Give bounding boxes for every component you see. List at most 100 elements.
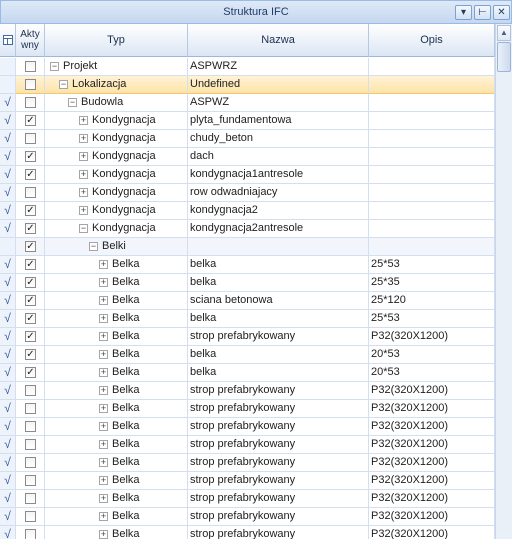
column-header-nazwa[interactable]: Nazwa [188,24,369,57]
aktywny-checkbox[interactable] [25,187,36,198]
aktywny-checkbox[interactable]: ✓ [25,367,36,378]
aktywny-checkbox[interactable]: ✓ [25,205,36,216]
aktywny-checkbox[interactable]: ✓ [25,151,36,162]
expand-icon[interactable]: + [99,314,108,323]
row-indicator: √ [0,400,16,418]
close-icon[interactable]: ✕ [493,5,510,20]
expand-icon[interactable]: + [79,152,88,161]
aktywny-checkbox[interactable] [25,493,36,504]
aktywny-checkbox[interactable] [25,529,36,539]
aktywny-checkbox[interactable]: ✓ [25,169,36,180]
aktywny-checkbox[interactable] [25,421,36,432]
tree-row[interactable]: − Projekt ASPWRZ [0,58,495,76]
collapse-icon[interactable]: − [79,224,88,233]
tree-row[interactable]: √ ✓ + Kondygnacja kondygnacja1antresole [0,166,495,184]
tree-row[interactable]: √ ✓ + Belka belka 25*53 [0,256,495,274]
aktywny-checkbox[interactable]: ✓ [25,277,36,288]
tree-row[interactable]: √ ✓ + Belka belka 25*53 [0,310,495,328]
expand-icon[interactable]: + [79,170,88,179]
tree-row[interactable]: √ + Belka strop prefabrykowany P32(320X1200) [0,526,495,539]
pin-icon[interactable]: ⊢ [474,5,491,20]
aktywny-checkbox[interactable] [25,403,36,414]
aktywny-checkbox[interactable]: ✓ [25,259,36,270]
column-header-aktywny[interactable]: Akty wny [16,24,45,57]
tree-row[interactable]: − Lokalizacja Undefined [0,76,495,94]
expand-icon[interactable]: + [79,188,88,197]
expand-icon[interactable]: + [99,458,108,467]
aktywny-checkbox[interactable] [25,385,36,396]
aktywny-checkbox[interactable] [25,61,36,72]
tree-row[interactable]: √ + Belka strop prefabrykowany P32(320X1200) [0,490,495,508]
nazwa-cell: sciana betonowa [188,292,369,310]
expand-icon[interactable]: + [99,404,108,413]
expand-icon[interactable]: + [79,116,88,125]
tree-row[interactable]: √ + Belka strop prefabrykowany P32(320X1200) [0,508,495,526]
tree-row[interactable]: √ + Belka strop prefabrykowany P32(320X1200) [0,472,495,490]
tree-row[interactable]: √ + Kondygnacja chudy_beton [0,130,495,148]
aktywny-checkbox[interactable] [25,457,36,468]
typ-label: Belka [112,294,140,306]
tree-row[interactable]: √ − Budowla ASPWZ [0,94,495,112]
tree-row[interactable]: √ + Belka strop prefabrykowany P32(320X1200) [0,436,495,454]
aktywny-checkbox[interactable]: ✓ [25,115,36,126]
expand-icon[interactable]: + [99,296,108,305]
tree-row[interactable]: √ + Belka strop prefabrykowany P32(320X1200) [0,382,495,400]
aktywny-checkbox[interactable] [25,97,36,108]
expand-icon[interactable]: + [99,332,108,341]
aktywny-checkbox[interactable]: ✓ [25,349,36,360]
expand-icon[interactable]: + [99,278,108,287]
typ-label: Belka [112,276,140,288]
aktywny-checkbox[interactable]: ✓ [25,313,36,324]
aktywny-checkbox[interactable]: ✓ [25,331,36,342]
expand-icon[interactable]: + [79,134,88,143]
tree-row[interactable]: √ ✓ + Kondygnacja kondygnacja2 [0,202,495,220]
tree-row[interactable]: √ ✓ + Belka sciana betonowa 25*120 [0,292,495,310]
aktywny-checkbox[interactable]: ✓ [25,295,36,306]
tree-row[interactable]: ✓ − Belki [0,238,495,256]
expand-icon[interactable]: + [99,422,108,431]
tree-row[interactable]: √ + Belka strop prefabrykowany P32(320X1200) [0,418,495,436]
scroll-thumb[interactable] [497,42,511,72]
tree-row[interactable]: √ + Belka strop prefabrykowany P32(320X1200) [0,454,495,472]
tree-row[interactable]: √ ✓ + Kondygnacja dach [0,148,495,166]
expand-icon[interactable]: + [99,386,108,395]
expand-icon[interactable]: + [99,530,108,539]
tree-row[interactable]: √ + Belka strop prefabrykowany P32(320X1200) [0,400,495,418]
column-header-typ[interactable]: Typ [45,24,188,57]
scroll-up-icon[interactable]: ▲ [497,25,511,41]
expand-icon[interactable]: + [99,260,108,269]
aktywny-checkbox[interactable] [25,133,36,144]
tree-row[interactable]: √ ✓ + Kondygnacja plyta_fundamentowa [0,112,495,130]
aktywny-checkbox[interactable]: ✓ [25,223,36,234]
collapse-icon[interactable]: − [50,62,59,71]
expand-icon[interactable]: + [99,476,108,485]
typ-label: Belka [112,366,140,378]
column-header-opis[interactable]: Opis [369,24,495,57]
expand-icon[interactable]: + [79,206,88,215]
typ-cell: + Kondygnacja [45,112,188,130]
aktywny-checkbox[interactable] [25,511,36,522]
dropdown-arrow-icon[interactable]: ▾ [455,5,472,20]
aktywny-checkbox[interactable] [25,79,36,90]
tree-row[interactable]: √ ✓ + Belka belka 20*53 [0,364,495,382]
expand-icon[interactable]: + [99,512,108,521]
expand-icon[interactable]: + [99,350,108,359]
collapse-icon[interactable]: − [59,80,68,89]
tree-grid-icon[interactable] [0,24,16,57]
aktywny-checkbox[interactable] [25,439,36,450]
collapse-icon[interactable]: − [68,98,77,107]
aktywny-checkbox[interactable]: ✓ [25,241,36,252]
aktywny-checkbox[interactable] [25,475,36,486]
expand-icon[interactable]: + [99,368,108,377]
row-indicator: √ [0,112,16,130]
tree-row[interactable]: √ + Kondygnacja row odwadniajacy [0,184,495,202]
tree-row[interactable]: √ ✓ + Belka belka 20*53 [0,346,495,364]
tree-row[interactable]: √ ✓ + Belka belka 25*35 [0,274,495,292]
typ-cell: + Belka [45,274,188,292]
expand-icon[interactable]: + [99,440,108,449]
expand-icon[interactable]: + [99,494,108,503]
tree-row[interactable]: √ ✓ + Belka strop prefabrykowany P32(320X1200… [0,328,495,346]
vertical-scrollbar[interactable]: ▲ [495,24,512,539]
collapse-icon[interactable]: − [89,242,98,251]
tree-row[interactable]: √ ✓ − Kondygnacja kondygnacja2antresole [0,220,495,238]
